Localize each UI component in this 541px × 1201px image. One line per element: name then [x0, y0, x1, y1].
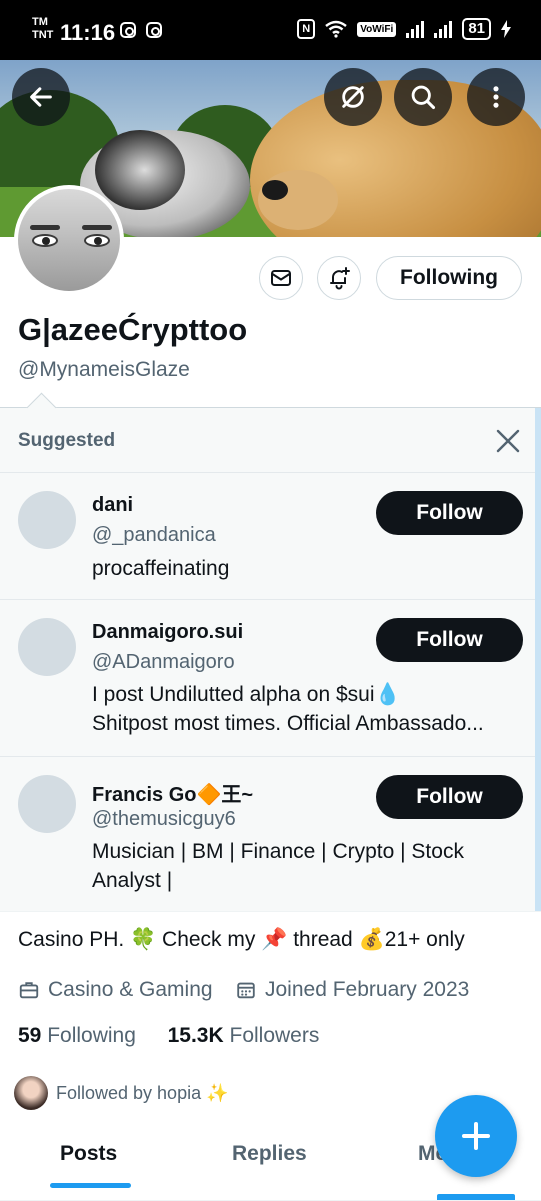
follower-avatar	[14, 1076, 48, 1110]
suggested-avatar[interactable]	[18, 491, 76, 549]
profile-avatar[interactable]	[14, 185, 124, 295]
vowifi-badge: VoWiFi	[357, 21, 397, 37]
suggested-title: Suggested	[18, 430, 116, 451]
following-stat[interactable]: 59 Following	[18, 1024, 136, 1047]
back-button[interactable]	[12, 68, 70, 126]
message-button[interactable]	[259, 256, 303, 300]
suggested-bio-line: Analyst |	[92, 869, 173, 892]
display-name: G|azeeĆrypttoo	[18, 312, 248, 347]
more-options-button[interactable]	[467, 68, 525, 126]
back-arrow-icon	[30, 87, 52, 107]
suggested-handle: @ADanmaigoro	[92, 651, 235, 673]
follow-stats: 59 Following 15.3K Followers	[18, 1024, 319, 1048]
following-label: Following	[47, 1024, 136, 1047]
joined-label: Joined February 2023	[265, 978, 470, 1001]
search-button[interactable]	[394, 68, 452, 126]
briefcase-icon	[19, 982, 39, 999]
suggested-scrollbar[interactable]	[535, 408, 541, 911]
avatar-brow	[82, 225, 112, 230]
tab-posts[interactable]: Posts	[60, 1142, 117, 1166]
follow-button[interactable]: Follow	[376, 618, 523, 662]
suggested-bio: I post Undilutted alpha on $sui💧 Shitpos…	[92, 680, 524, 738]
battery-indicator: 81	[462, 18, 491, 40]
grok-button[interactable]	[324, 68, 382, 126]
carrier-tm: TM	[32, 16, 48, 28]
suggested-account-row[interactable]: Francis Go🔶王~ @themusicguy6 Musician | B…	[0, 756, 535, 912]
suggested-bio-line: Shitpost most times. Official Ambassado.…	[92, 712, 484, 735]
suggested-avatar[interactable]	[18, 775, 76, 833]
notifications-button[interactable]	[317, 256, 361, 300]
following-count: 59	[18, 1024, 42, 1047]
status-icons: N VoWiFi 81	[297, 18, 511, 40]
suggested-panel: Suggested dani @_pandanica procaffeinati…	[0, 407, 541, 912]
dog-snout	[258, 170, 338, 230]
followers-label: Followers	[229, 1024, 320, 1047]
suggested-name[interactable]: Francis Go🔶王~	[92, 778, 253, 807]
followers-stat[interactable]: 15.3K Followers	[168, 1024, 320, 1047]
plus-icon	[462, 1122, 490, 1150]
signal-icon	[406, 20, 425, 38]
tab-replies[interactable]: Replies	[232, 1142, 307, 1166]
suggested-account-row[interactable]: dani @_pandanica procaffeinating Follow	[0, 472, 535, 600]
follow-button[interactable]: Follow	[376, 775, 523, 819]
category-label[interactable]: Casino & Gaming	[48, 978, 213, 1002]
calendar-icon	[237, 982, 255, 999]
suggested-avatar[interactable]	[18, 618, 76, 676]
nfc-icon: N	[297, 19, 316, 39]
avatar-eye	[32, 234, 58, 247]
profile-bio: Casino PH. 🍀 Check my 📌 thread 💰21+ only	[18, 928, 465, 951]
wifi-icon	[325, 20, 348, 38]
avatar-eye	[84, 234, 110, 247]
followed-by[interactable]: Followed by hopia ✨	[14, 1076, 229, 1110]
close-icon[interactable]	[495, 428, 521, 454]
suggested-bio-line: I post Undilutted alpha on $sui💧	[92, 683, 401, 706]
more-vertical-icon	[493, 86, 499, 108]
following-button[interactable]: Following	[376, 256, 522, 300]
small-dog-head	[95, 130, 185, 210]
suggested-bio-line: Musician | BM | Finance | Crypto | Stock	[92, 840, 464, 863]
followers-count: 15.3K	[167, 1024, 224, 1047]
followed-by-text: Followed by hopia ✨	[56, 1082, 229, 1103]
charging-icon	[501, 20, 511, 38]
suggested-bio-line: procaffeinating	[92, 557, 230, 580]
carrier-name: TNT	[32, 29, 54, 41]
suggested-name[interactable]: Danmaigoro.sui	[92, 621, 243, 644]
profile-handle: @MynameisGlaze	[18, 358, 190, 381]
instagram-icon	[146, 22, 162, 38]
envelope-icon	[271, 270, 291, 286]
slashed-circle-icon	[342, 86, 364, 108]
status-bar: TM TNT 11:16 N VoWiFi 81	[0, 0, 541, 60]
avatar-brow	[30, 225, 60, 230]
follow-button[interactable]: Follow	[376, 491, 523, 535]
profile-category: Casino & Gaming	[18, 978, 213, 1002]
bottom-peek	[437, 1194, 515, 1200]
suggested-handle: @_pandanica	[92, 524, 216, 546]
profile-joined: Joined February 2023	[235, 978, 469, 1002]
suggested-account-row[interactable]: Danmaigoro.sui @ADanmaigoro I post Undil…	[0, 599, 535, 757]
suggested-name[interactable]: dani	[92, 494, 133, 517]
compose-button[interactable]	[435, 1095, 517, 1177]
signal-icon	[434, 20, 453, 38]
active-tab-indicator	[50, 1183, 131, 1188]
instagram-icon	[120, 22, 136, 38]
search-icon	[411, 85, 436, 110]
suggested-bio: procaffeinating	[92, 554, 524, 583]
dog-nose	[262, 180, 288, 200]
suggested-bio: Musician | BM | Finance | Crypto | Stock…	[92, 837, 524, 895]
bell-plus-icon	[330, 267, 350, 290]
carrier-label: TM TNT	[32, 16, 53, 42]
suggested-handle: @themusicguy6	[92, 808, 236, 830]
clock: 11:16	[60, 20, 116, 45]
